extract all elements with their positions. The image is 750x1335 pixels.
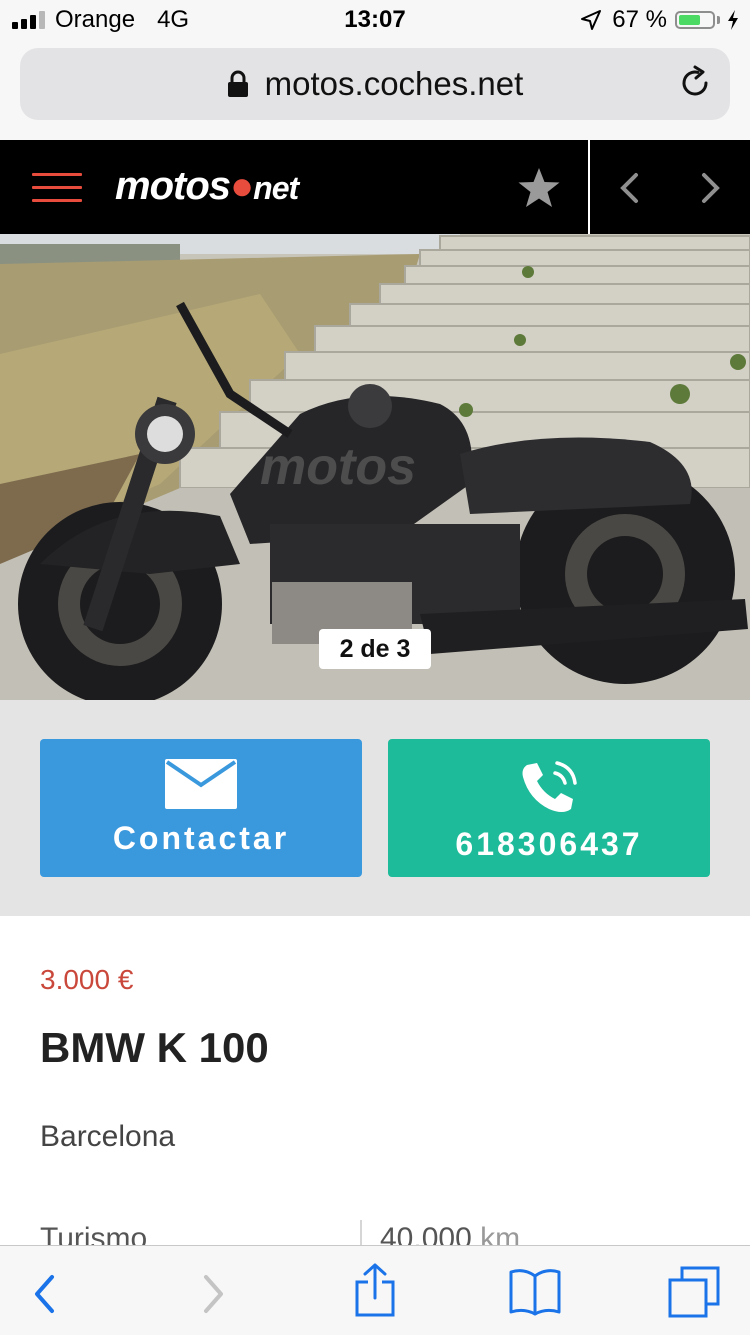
url-content: motos.coches.net xyxy=(20,48,730,120)
logo-main: motos xyxy=(115,164,231,208)
header-divider xyxy=(588,140,590,234)
location-arrow-icon xyxy=(581,10,602,30)
photo-counter: 2 de 3 xyxy=(319,629,431,669)
listing-price: 3.000 € xyxy=(40,964,134,995)
listing-photo[interactable]: motos 2 de 3 xyxy=(0,234,750,700)
contact-actions: Contactar 618306437 xyxy=(0,700,750,916)
tabs-icon[interactable] xyxy=(668,1266,720,1323)
lock-icon xyxy=(227,70,249,98)
battery-tip xyxy=(717,16,720,24)
site-header: motos●net xyxy=(0,140,750,234)
charging-bolt-icon xyxy=(728,10,738,30)
battery-percent: 67 % xyxy=(612,6,667,33)
battery-icon xyxy=(675,11,715,29)
call-button[interactable]: 618306437 xyxy=(388,739,710,877)
listing-location: Barcelona xyxy=(40,1120,176,1153)
battery-level xyxy=(679,15,701,25)
photo-watermark: motos xyxy=(260,438,416,496)
bookmarks-icon[interactable] xyxy=(508,1268,562,1321)
hamburger-menu-icon[interactable] xyxy=(32,173,82,203)
status-right: 67 % xyxy=(580,6,740,34)
contact-button[interactable]: Contactar xyxy=(40,739,362,877)
reload-icon[interactable] xyxy=(676,64,714,107)
phone-icon xyxy=(522,761,577,812)
url-field[interactable]: motos.coches.net xyxy=(20,48,730,120)
back-icon[interactable] xyxy=(32,1274,58,1319)
logo-dot: ● xyxy=(230,164,254,208)
browser-toolbar xyxy=(0,1245,750,1335)
star-icon[interactable] xyxy=(516,166,562,215)
chevron-left-icon[interactable] xyxy=(616,172,642,209)
url-text: motos.coches.net xyxy=(264,65,524,102)
forward-icon[interactable] xyxy=(200,1274,226,1319)
site-logo[interactable]: motos●net xyxy=(115,164,299,209)
contact-button-label: Contactar xyxy=(112,820,290,856)
listing-title: BMW K 100 xyxy=(40,1024,269,1071)
logo-suffix: net xyxy=(253,170,299,206)
status-bar: Orange 4G 13:07 67 % xyxy=(0,0,750,40)
share-icon[interactable] xyxy=(354,1262,396,1323)
chevron-right-icon[interactable] xyxy=(698,172,724,209)
envelope-icon xyxy=(165,759,237,809)
call-button-label: 618306437 xyxy=(455,826,643,862)
browser-bar: motos.coches.net xyxy=(0,40,750,140)
